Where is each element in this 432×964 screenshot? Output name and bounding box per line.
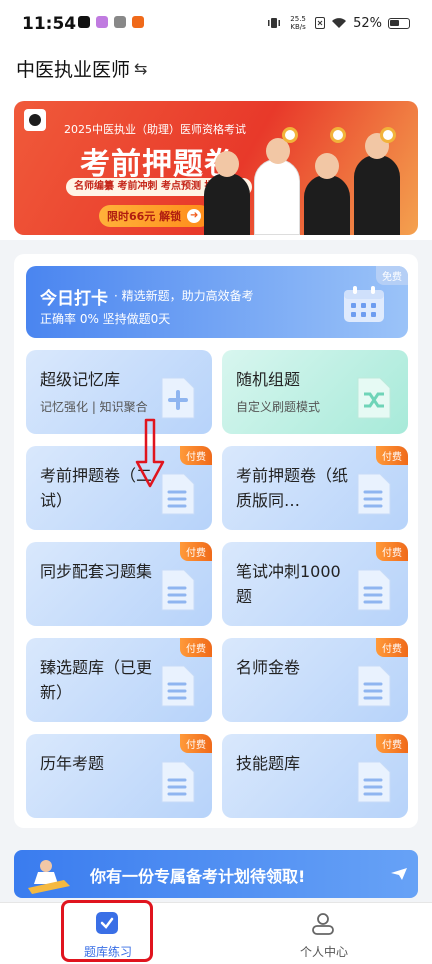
paid-badge: 付费 bbox=[180, 734, 212, 753]
tile-sync-exercises[interactable]: 同步配套习题集 付费 bbox=[26, 542, 212, 626]
free-badge: 免费 bbox=[376, 266, 408, 285]
medal-icon bbox=[380, 127, 396, 143]
brand-logo-icon bbox=[24, 109, 46, 131]
daily-checkin-card[interactable]: 今日打卡 · 精选新题，助力高效备考 正确率 0% 坚持做题0天 免费 bbox=[26, 266, 408, 338]
battery-percent: 52% bbox=[353, 15, 382, 31]
app-notification-icon bbox=[114, 16, 126, 28]
study-plan-text: 你有一份专属备考计划待领取! bbox=[90, 867, 306, 886]
person-icon bbox=[312, 913, 334, 935]
tile-title: 同步配套习题集 bbox=[40, 562, 153, 581]
paid-badge: 付费 bbox=[376, 734, 408, 753]
tile-title: 名师金卷 bbox=[236, 658, 301, 677]
medal-icon bbox=[282, 127, 298, 143]
paid-badge: 付费 bbox=[376, 638, 408, 657]
tile-random-quiz[interactable]: 随机组题 自定义刷题模式 bbox=[222, 350, 408, 434]
page-title: 中医执业医师 bbox=[16, 59, 131, 81]
paid-badge: 付费 bbox=[180, 446, 212, 465]
battery-icon bbox=[388, 17, 410, 29]
shuffle-doc-icon bbox=[357, 377, 391, 419]
checkin-subtitle: · 精选新题，助力高效备考 bbox=[114, 289, 254, 303]
tile-title: 随机组题 bbox=[236, 370, 301, 389]
annotation-arrow-icon bbox=[135, 418, 165, 488]
tiktok-icon bbox=[78, 16, 90, 28]
plus-doc-icon bbox=[161, 377, 195, 419]
teacher-photos bbox=[204, 133, 400, 235]
app-notification-icon bbox=[132, 16, 144, 28]
paper-plane-icon bbox=[391, 868, 407, 880]
paid-badge: 付费 bbox=[180, 638, 212, 657]
tile-title: 技能题库 bbox=[236, 754, 301, 773]
rocket-illustration-icon bbox=[28, 860, 70, 894]
app-notification-icon bbox=[96, 16, 108, 28]
promo-banner[interactable]: 2025中医执业（助理）医师资格考试 考前押题卷 名师编纂 考前冲刺 考点预测 … bbox=[14, 101, 418, 235]
tile-super-memory[interactable]: 超级记忆库 记忆强化 | 知识聚合 bbox=[26, 350, 212, 434]
checkin-title: 今日打卡 bbox=[40, 289, 108, 309]
paid-badge: 付费 bbox=[180, 542, 212, 561]
doc-icon bbox=[357, 569, 391, 611]
medal-icon bbox=[330, 127, 346, 143]
tile-title: 臻选题库（已更新） bbox=[40, 658, 153, 702]
tile-exam-paper-2[interactable]: 考前押题卷（二试） 付费 bbox=[26, 446, 212, 530]
exam-switcher[interactable]: 中医执业医师 ⇆ bbox=[16, 55, 147, 82]
status-indicators: 25.5 KB/s 52% bbox=[267, 15, 410, 31]
tab-profile[interactable]: 个人中心 bbox=[216, 903, 432, 964]
tile-selected-bank[interactable]: 臻选题库（已更新） 付费 bbox=[26, 638, 212, 722]
annotation-highlight-box bbox=[61, 900, 153, 962]
teacher-photo bbox=[354, 133, 400, 235]
tile-skills-bank[interactable]: 技能题库 付费 bbox=[222, 734, 408, 818]
doc-icon bbox=[161, 761, 195, 803]
paid-badge: 付费 bbox=[376, 542, 408, 561]
status-app-icons bbox=[78, 16, 144, 28]
tile-sprint-1000[interactable]: 笔试冲刺1000题 付费 bbox=[222, 542, 408, 626]
status-time: 11:54 bbox=[22, 14, 77, 34]
tile-title: 历年考题 bbox=[40, 754, 105, 773]
network-speed-unit: KB/s bbox=[290, 23, 306, 31]
vibrate-icon bbox=[268, 18, 281, 28]
tile-subtitle: 记忆强化 | 知识聚合 bbox=[40, 400, 148, 414]
calendar-icon bbox=[344, 286, 384, 322]
tile-past-exams[interactable]: 历年考题 付费 bbox=[26, 734, 212, 818]
doc-icon bbox=[357, 761, 391, 803]
tile-subtitle: 自定义刷题模式 bbox=[236, 400, 321, 414]
app-header: 中医执业医师 ⇆ bbox=[0, 50, 432, 90]
arrow-right-icon: ➜ bbox=[187, 209, 202, 223]
network-speed: 25.5 KB/s bbox=[287, 15, 309, 31]
doc-icon bbox=[357, 665, 391, 707]
tile-title: 超级记忆库 bbox=[40, 370, 121, 389]
tab-label: 个人中心 bbox=[299, 945, 348, 959]
banner-subtitle: 2025中医执业（助理）医师资格考试 bbox=[64, 123, 246, 136]
doc-icon bbox=[357, 473, 391, 515]
banner-cta-label: 限时66元 解锁 bbox=[107, 210, 182, 223]
wifi-icon bbox=[332, 18, 347, 28]
teacher-photo bbox=[304, 153, 350, 235]
teacher-photo bbox=[204, 151, 250, 235]
network-speed-value: 25.5 bbox=[290, 15, 306, 23]
tile-exam-paper-print[interactable]: 考前押题卷（纸质版同… 付费 bbox=[222, 446, 408, 530]
swap-icon[interactable]: ⇆ bbox=[134, 59, 147, 78]
checkin-stats: 正确率 0% 坚持做题0天 bbox=[40, 312, 171, 326]
teacher-photo bbox=[254, 138, 300, 235]
doc-icon bbox=[161, 665, 195, 707]
no-sim-icon bbox=[315, 17, 326, 29]
tile-title: 笔试冲刺1000题 bbox=[236, 562, 341, 606]
study-plan-banner[interactable]: 你有一份专属备考计划待领取! bbox=[14, 850, 418, 898]
paid-badge: 付费 bbox=[376, 446, 408, 465]
status-bar: 11:54 25.5 KB/s 52% bbox=[0, 0, 432, 50]
banner-unlock-button[interactable]: 限时66元 解锁 ➜ bbox=[99, 205, 211, 227]
doc-icon bbox=[161, 569, 195, 611]
tile-master-papers[interactable]: 名师金卷 付费 bbox=[222, 638, 408, 722]
tile-title: 考前押题卷（纸质版同… bbox=[236, 466, 349, 510]
